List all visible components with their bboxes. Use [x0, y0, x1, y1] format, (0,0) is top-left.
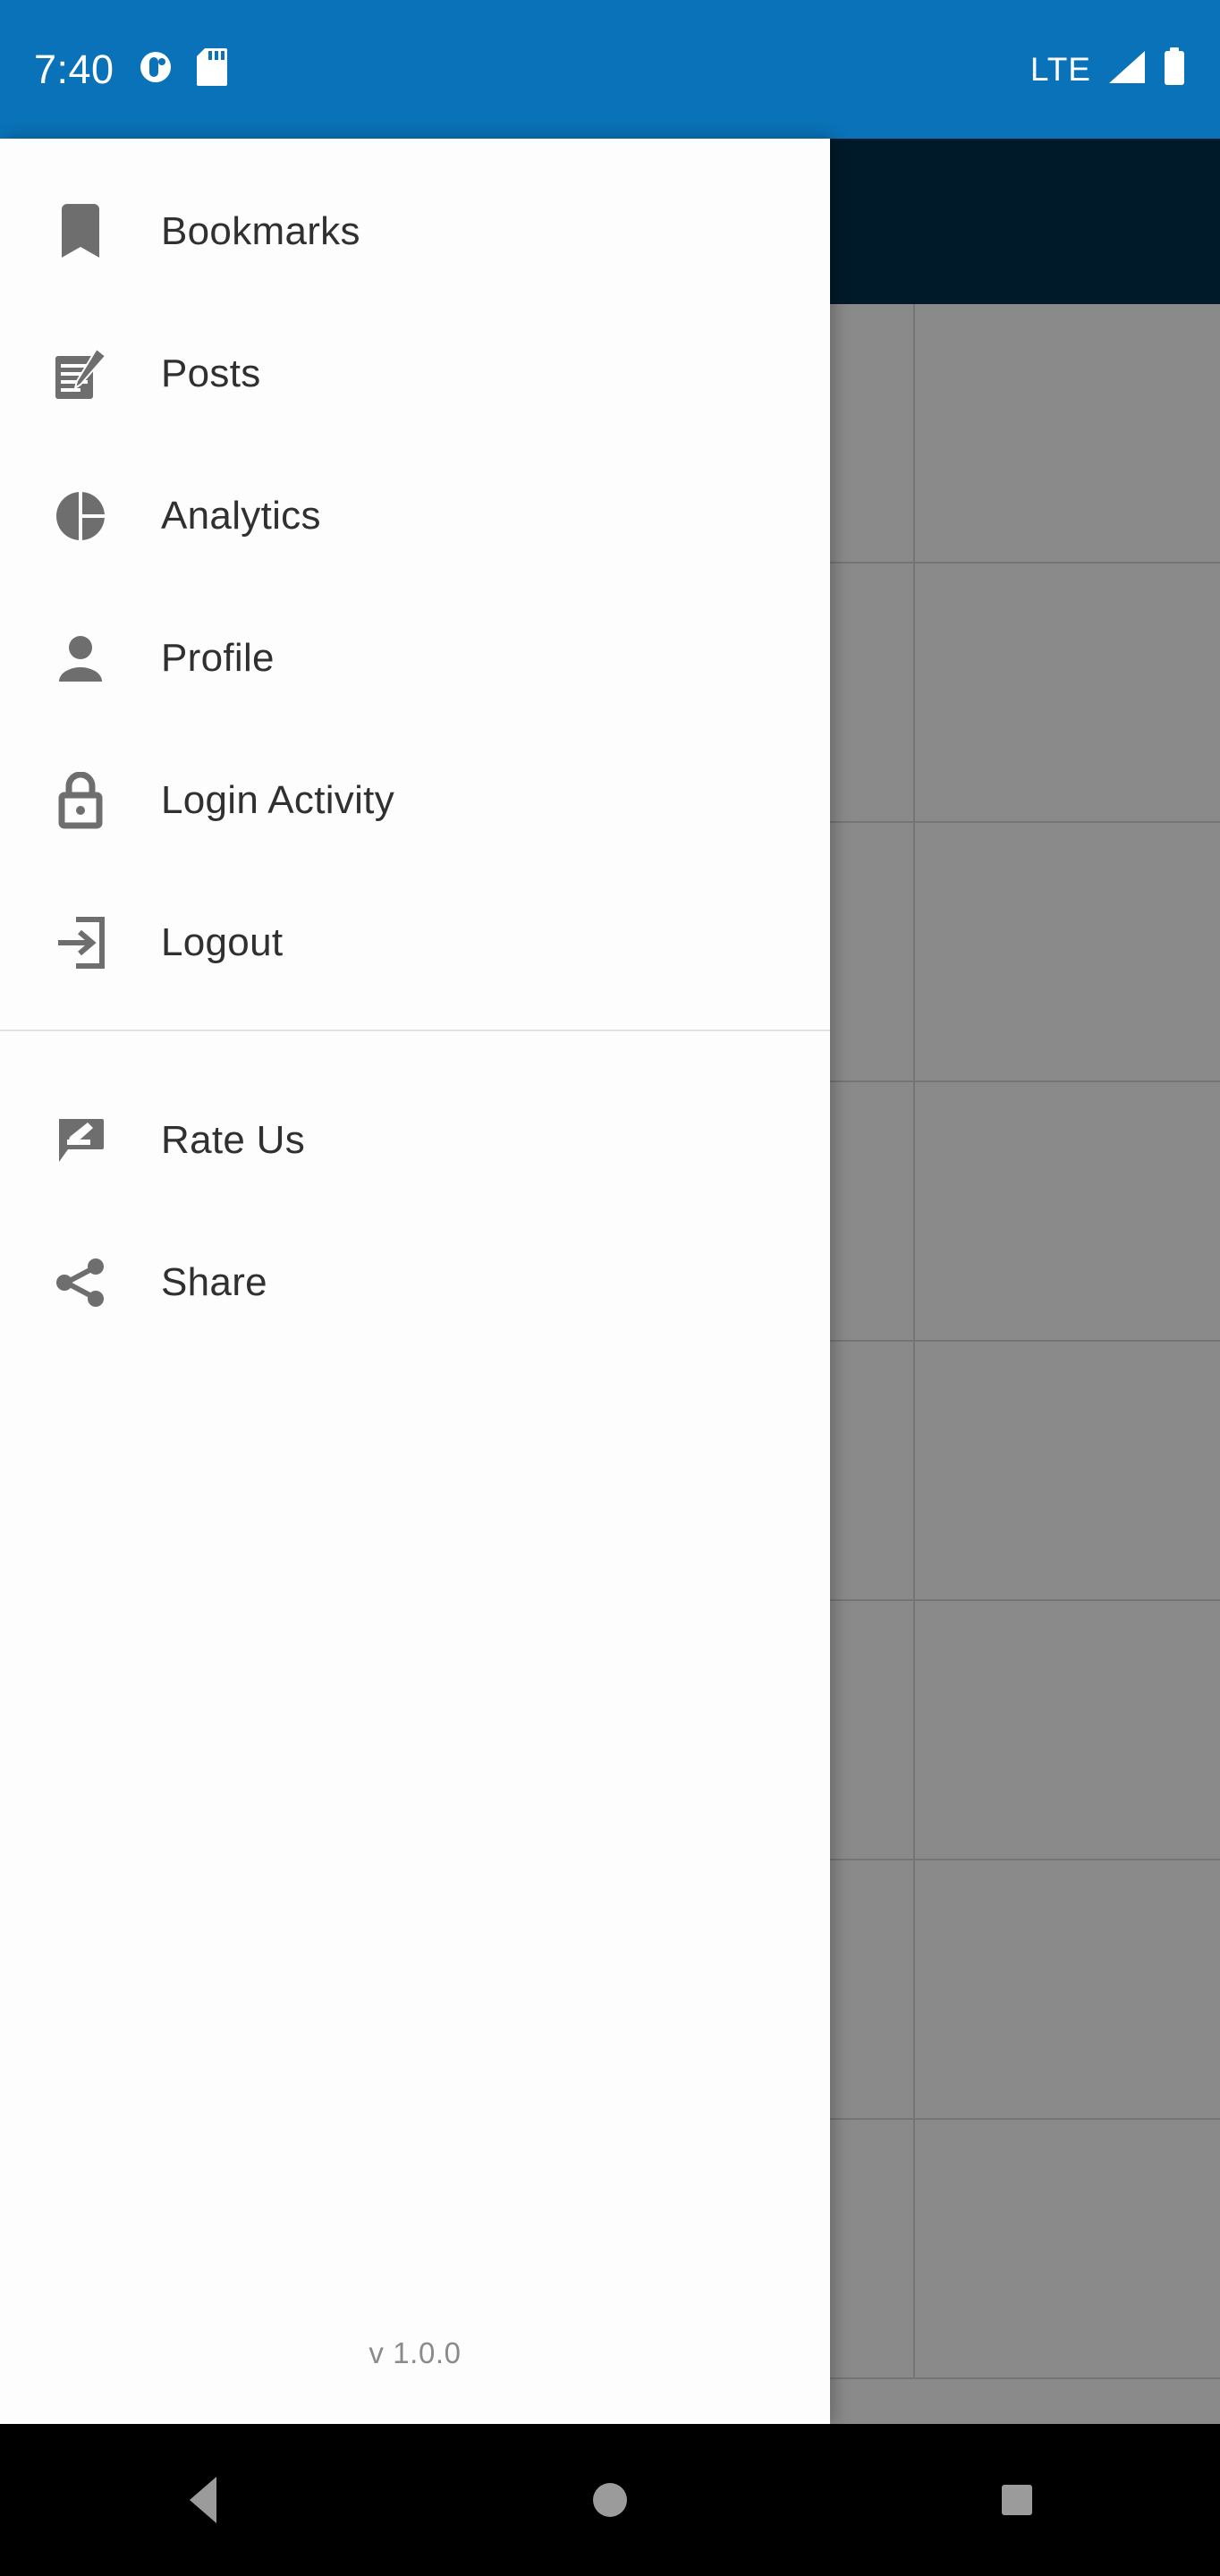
- drawer-version-label: v 1.0.0: [369, 2336, 462, 2369]
- note-pencil-icon: [0, 347, 161, 401]
- drawer-item-rate-us[interactable]: Rate Us: [0, 1069, 830, 1211]
- bookmark-icon: [0, 203, 161, 259]
- drawer-item-label: Login Activity: [161, 777, 395, 822]
- drawer-item-profile[interactable]: Profile: [0, 587, 830, 729]
- drawer-item-label: Posts: [161, 351, 261, 395]
- back-triangle-icon[interactable]: [140, 2424, 266, 2576]
- drawer-item-bookmarks[interactable]: Bookmarks: [0, 160, 830, 302]
- status-bar: 7:40 LTE: [0, 0, 1220, 139]
- logout-arrow-icon: [0, 916, 161, 969]
- drawer-item-label: Profile: [161, 635, 275, 680]
- person-icon: [0, 633, 161, 683]
- drawer-item-login-activity[interactable]: Login Activity: [0, 729, 830, 871]
- home-circle-icon[interactable]: [547, 2424, 673, 2576]
- drawer-item-label: Share: [161, 1259, 267, 1304]
- sd-card-icon: [196, 48, 227, 90]
- drawer-item-label: Analytics: [161, 493, 321, 538]
- comment-pencil-icon: [0, 1115, 161, 1165]
- drawer-primary-list: Bookmarks Posts Analytics Profile Login …: [0, 139, 830, 1013]
- drawer-item-label: Bookmarks: [161, 208, 360, 253]
- lock-icon: [0, 771, 161, 829]
- navigation-drawer: Bookmarks Posts Analytics Profile Login …: [0, 139, 830, 2424]
- drawer-item-label: Rate Us: [161, 1117, 306, 1162]
- drawer-item-analytics[interactable]: Analytics: [0, 445, 830, 587]
- drawer-divider: [0, 1030, 830, 1031]
- system-navigation-bar: [0, 2424, 1220, 2576]
- drawer-secondary-list: Rate Us Share: [0, 1047, 830, 1353]
- signal-bars-icon: [1107, 49, 1147, 89]
- battery-full-icon: [1163, 47, 1186, 91]
- status-bar-clock: 7:40: [34, 46, 114, 92]
- status-bar-network-label: LTE: [1029, 50, 1091, 88]
- drawer-item-share[interactable]: Share: [0, 1211, 830, 1353]
- notification-circle-icon: [138, 49, 174, 89]
- share-icon: [0, 1257, 161, 1309]
- recents-square-icon[interactable]: [954, 2424, 1080, 2576]
- status-bar-left: 7:40: [34, 0, 227, 139]
- status-bar-right: LTE: [1030, 0, 1186, 139]
- drawer-item-logout[interactable]: Logout: [0, 871, 830, 1013]
- drawer-item-label: Logout: [161, 919, 284, 964]
- pie-chart-icon: [0, 489, 161, 542]
- drawer-item-posts[interactable]: Posts: [0, 302, 830, 445]
